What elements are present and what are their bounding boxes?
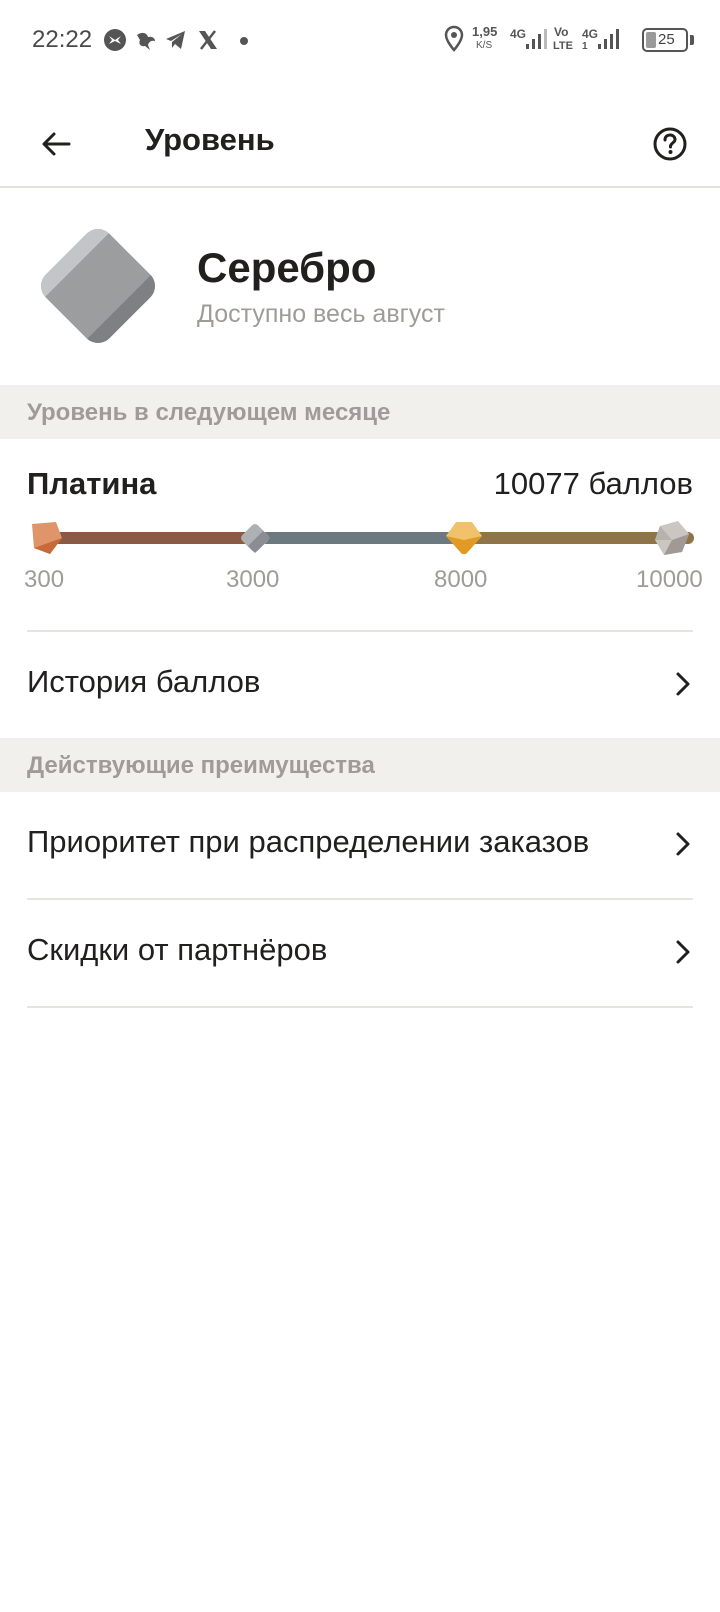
silver-tier-icon [241, 524, 270, 553]
scale-label-10000: 10000 [636, 566, 703, 593]
status-bar: 22:22 1,95 K/S 4G Vo LTE 4G 1 25 [0, 0, 720, 82]
volte-label-top: Vo [554, 25, 569, 39]
progress-segment-silver [254, 532, 464, 544]
chevron-right-icon [676, 672, 690, 696]
scale-label-300: 300 [24, 566, 65, 593]
section-title: Действующие преимущества [27, 752, 375, 779]
section-header-next-month: Уровень в следующем месяце [0, 385, 720, 439]
app-bar: Уровень [0, 100, 720, 188]
divider [27, 1006, 693, 1008]
chevron-right-icon [676, 832, 690, 856]
section-title: Уровень в следующем месяце [27, 399, 391, 426]
silver-level-icon [34, 222, 162, 350]
benefit-row-partner-discounts[interactable]: Скидки от партнёров [0, 900, 720, 1004]
benefit-row-order-priority[interactable]: Приоритет при распределении заказов [0, 792, 720, 896]
points-history-row[interactable]: История баллов [0, 632, 720, 736]
benefit-label: Приоритет при распределении заказов [27, 824, 590, 859]
platinum-tier-icon [655, 521, 689, 555]
battery-tip [690, 35, 694, 45]
progress-segment-bronze [46, 532, 254, 544]
sim-index: 1 [582, 41, 588, 52]
location-icon [444, 25, 464, 52]
level-progress-scale: 300 3000 8000 10000 [0, 516, 720, 600]
net-speed-unit: K/S [476, 40, 493, 51]
page-title: Уровень [145, 122, 275, 157]
battery-level: 25 [658, 31, 675, 48]
gold-tier-icon [446, 522, 482, 554]
status-time: 22:22 [32, 26, 93, 53]
bronze-tier-icon [32, 522, 62, 554]
next-level-name: Платина [27, 466, 157, 501]
back-button[interactable] [30, 118, 82, 170]
benefit-label: Скидки от партнёров [27, 932, 328, 967]
scale-label-3000: 3000 [226, 566, 280, 593]
points-total: 10077 баллов [493, 466, 693, 501]
battery-icon: 25 [642, 28, 688, 52]
volte-label-bottom: LTE [553, 40, 573, 52]
question-circle-icon [653, 127, 687, 161]
arrow-left-icon [42, 132, 71, 156]
chevron-right-icon [676, 940, 690, 964]
scale-label-8000: 8000 [434, 566, 488, 593]
current-level-name: Серебро [197, 244, 377, 291]
current-level-availability: Доступно весь август [197, 300, 445, 328]
help-button[interactable] [644, 118, 696, 170]
x-icon [199, 30, 217, 50]
signal-icon [598, 29, 619, 49]
points-history-label: История баллов [27, 664, 261, 699]
bird-icon [137, 32, 155, 50]
more-dot-icon [240, 37, 248, 45]
net-speed-value: 1,95 [472, 24, 498, 39]
app-icon [104, 29, 126, 51]
telegram-icon [166, 31, 185, 49]
signal-icon [526, 29, 547, 49]
section-header-benefits: Действующие преимущества [0, 738, 720, 792]
